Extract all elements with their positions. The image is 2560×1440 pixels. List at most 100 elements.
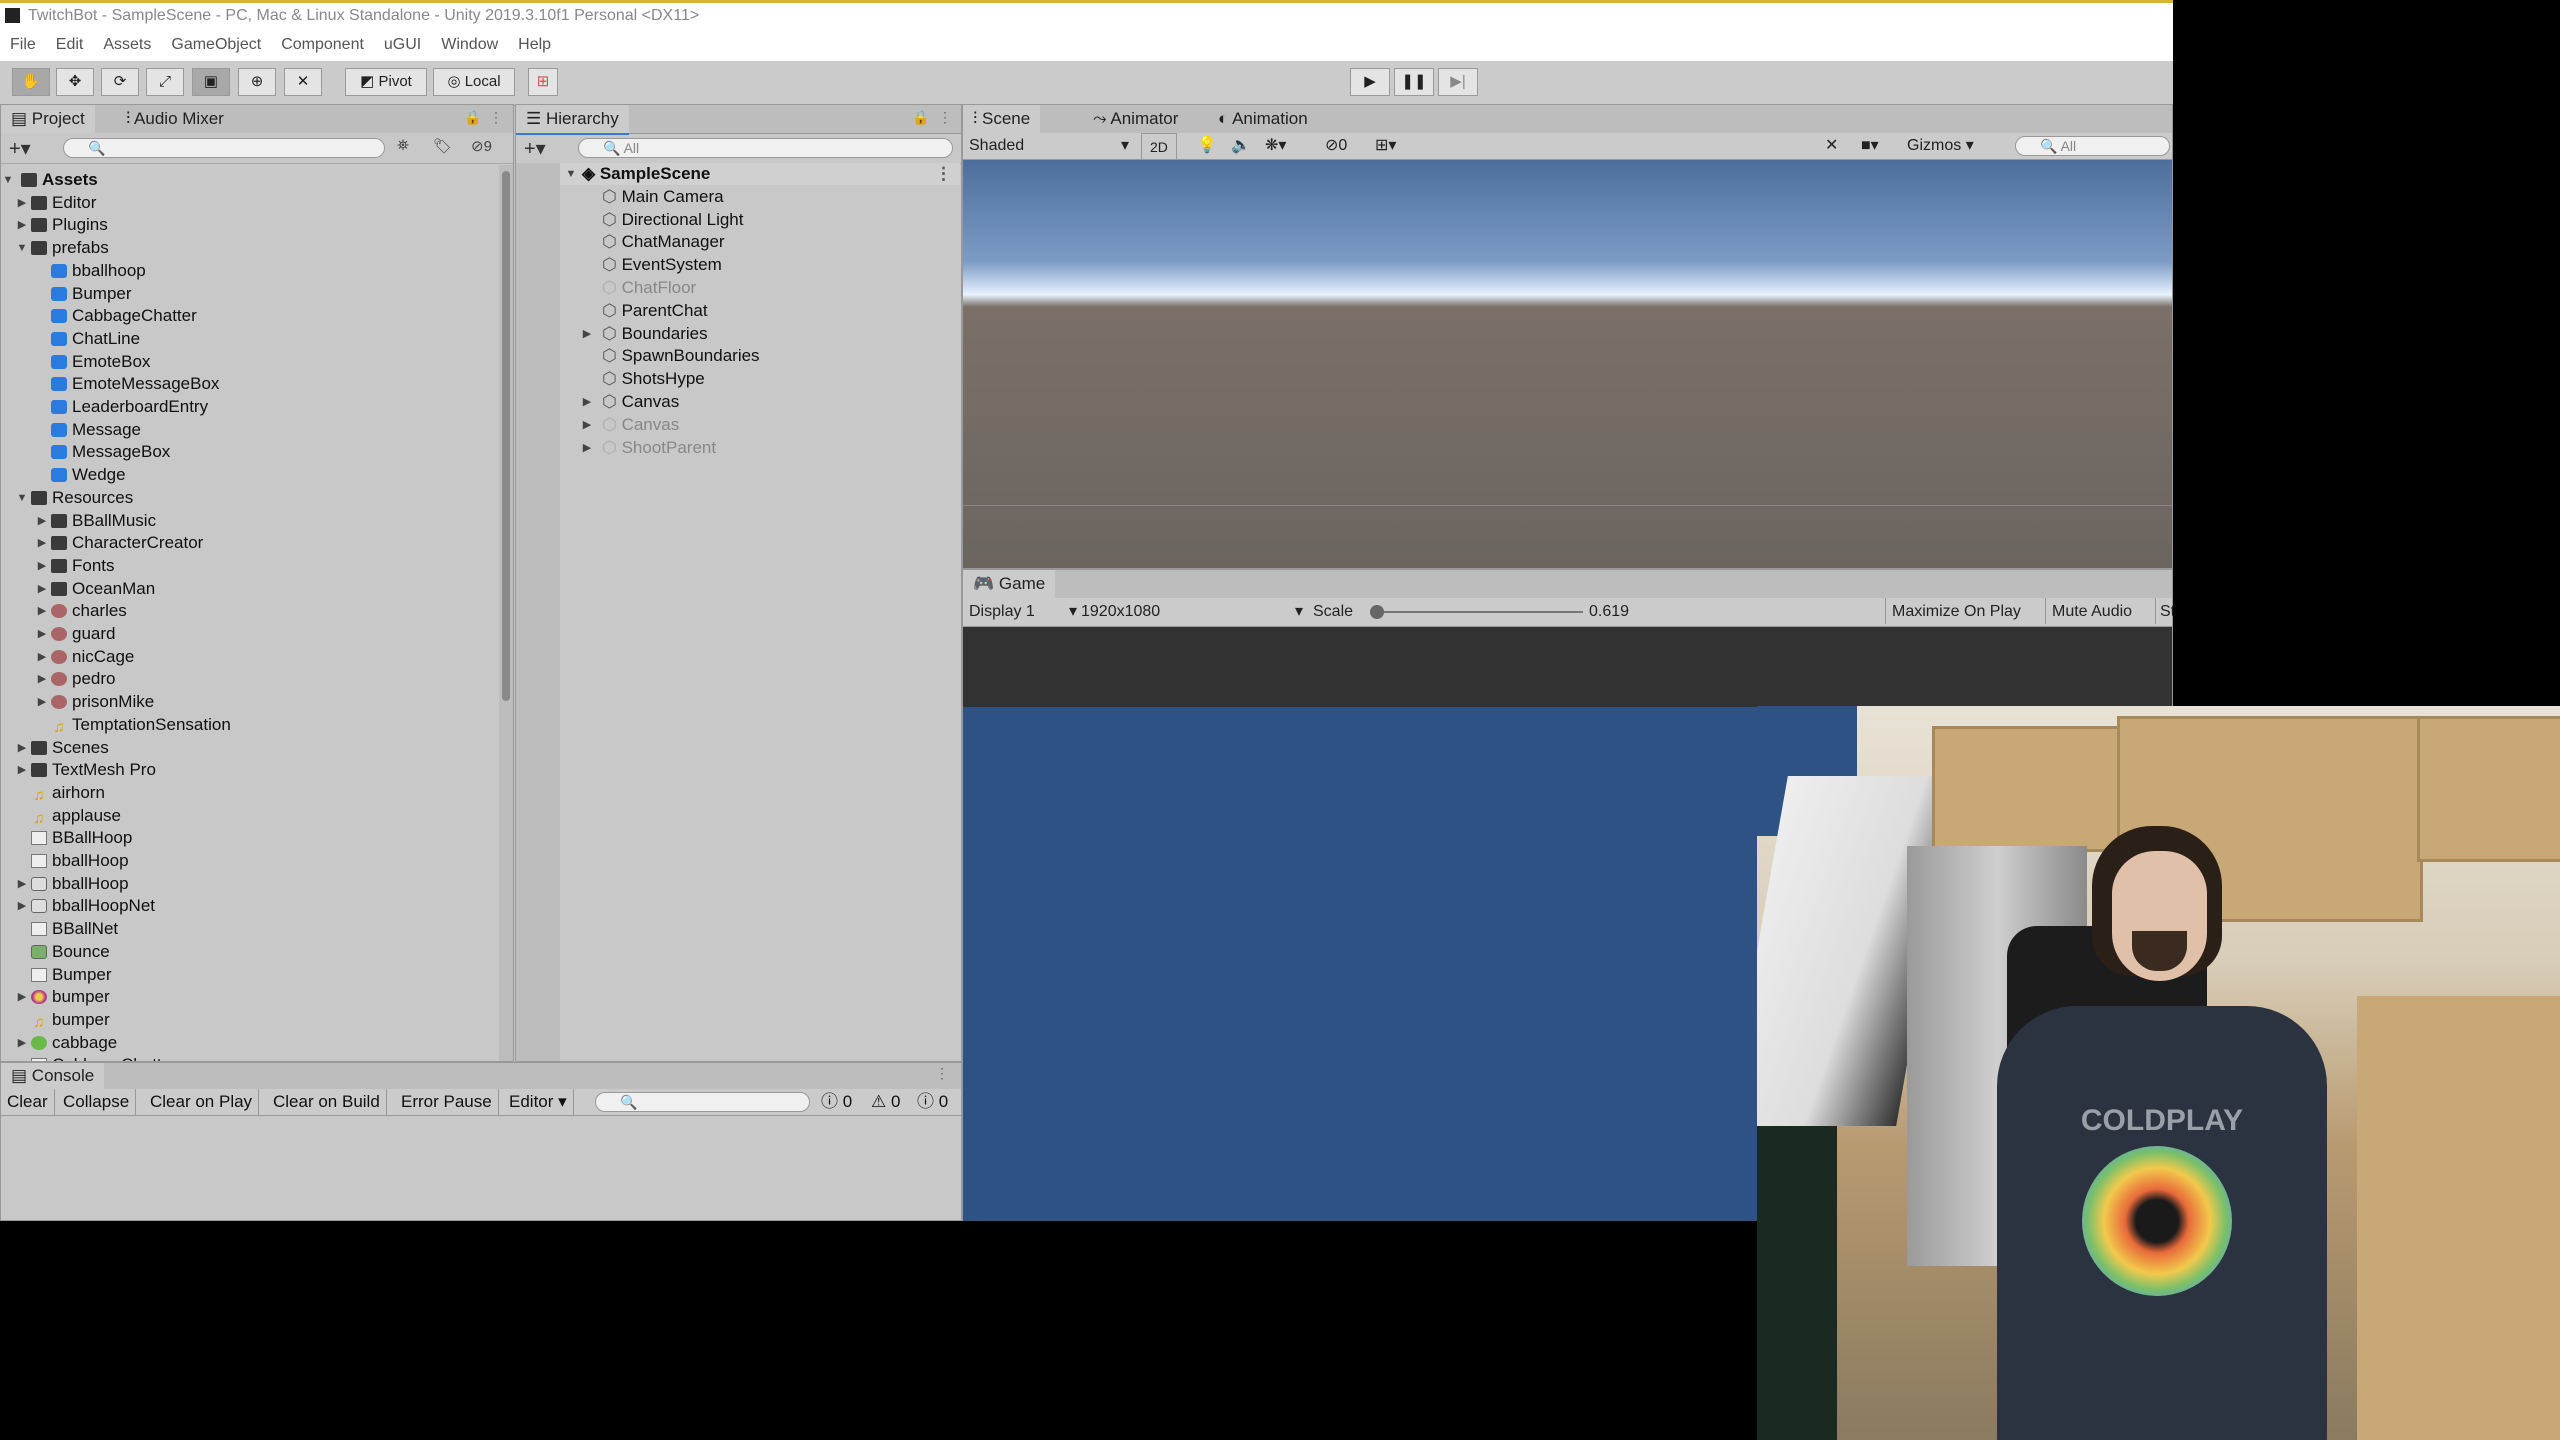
- scene-viewport[interactable]: [963, 160, 2172, 568]
- collapse-arrow-icon[interactable]: ▶: [35, 668, 49, 690]
- hierarchy-item[interactable]: ⬡ ParentChat: [560, 300, 708, 322]
- collapse-arrow-icon[interactable]: ▶: [15, 895, 29, 917]
- panel-menu-icon[interactable]: ⋮: [935, 1065, 949, 1082]
- project-item[interactable]: Message: [51, 419, 141, 441]
- console-search-input[interactable]: 🔍: [595, 1092, 810, 1112]
- hand-tool-button[interactable]: ✋: [12, 68, 50, 96]
- hierarchy-item[interactable]: ⬡ EventSystem: [560, 254, 722, 276]
- project-item[interactable]: ▶ OceanMan: [38, 578, 155, 600]
- project-item[interactable]: ♫ applause: [31, 805, 121, 827]
- project-item[interactable]: ▶ Plugins: [18, 214, 108, 236]
- hierarchy-item[interactable]: ⬡ Main Camera: [560, 186, 724, 208]
- project-scrollbar[interactable]: [499, 165, 513, 1061]
- tab-animator[interactable]: ⤳ Animator: [1083, 105, 1188, 133]
- menu-file[interactable]: File: [0, 29, 46, 61]
- resolution-dropdown[interactable]: 1920x1080 ▾: [1081, 599, 1303, 625]
- move-tool-button[interactable]: ✥: [56, 68, 94, 96]
- project-item[interactable]: CabbageChatter: [51, 305, 197, 327]
- tab-scene[interactable]: ⫶ Scene: [963, 105, 1041, 135]
- clear-on-play-button[interactable]: Clear on Play: [144, 1089, 260, 1115]
- scale-slider[interactable]: [1370, 605, 1583, 619]
- menu-edit[interactable]: Edit: [46, 29, 94, 61]
- project-item[interactable]: ▶ bumper: [18, 986, 110, 1008]
- project-scrollbar-thumb[interactable]: [502, 171, 510, 701]
- project-item[interactable]: bballHoop: [31, 850, 129, 872]
- collapse-arrow-icon[interactable]: ▶: [35, 510, 49, 532]
- collapse-arrow-icon[interactable]: ▶: [35, 623, 49, 645]
- project-item[interactable]: LeaderboardEntry: [51, 396, 208, 418]
- editor-dropdown[interactable]: Editor ▾: [503, 1089, 574, 1115]
- stats-toggle[interactable]: St: [2155, 598, 2173, 624]
- error-pause-button[interactable]: Error Pause: [395, 1089, 499, 1115]
- camera-dropdown-icon[interactable]: ■▾: [1861, 133, 1879, 159]
- project-item[interactable]: ▶ bballHoopNet: [18, 895, 155, 917]
- tab-audio-mixer[interactable]: ⫶ Audio Mixer: [116, 105, 234, 133]
- warning-toggle[interactable]: ⚠ 0: [871, 1089, 900, 1115]
- info-toggle[interactable]: ⓘ 0: [821, 1089, 852, 1115]
- lock-icon[interactable]: 🔒: [464, 109, 481, 126]
- project-item[interactable]: ▶ TextMesh Pro: [18, 759, 156, 781]
- collapse-arrow-icon[interactable]: ▶: [15, 986, 29, 1008]
- hierarchy-item[interactable]: ⬡ ChatManager: [560, 231, 725, 253]
- menu-window[interactable]: Window: [431, 29, 508, 61]
- clear-on-build-button[interactable]: Clear on Build: [267, 1089, 387, 1115]
- project-item[interactable]: EmoteMessageBox: [51, 373, 219, 395]
- hierarchy-item[interactable]: ⬡ SpawnBoundaries: [560, 345, 760, 367]
- project-item[interactable]: ▶ cabbage: [18, 1032, 117, 1054]
- project-item[interactable]: ▶ BBallMusic: [38, 510, 156, 532]
- custom-tool-button[interactable]: ✕: [284, 68, 322, 96]
- panel-menu-icon[interactable]: ⋮: [938, 109, 952, 126]
- collapse-button[interactable]: Collapse: [57, 1089, 137, 1115]
- project-item[interactable]: bballhoop: [51, 260, 146, 282]
- scale-slider-thumb[interactable]: [1370, 605, 1385, 619]
- panel-menu-icon[interactable]: ⋮: [489, 109, 503, 126]
- expand-arrow-icon[interactable]: ▼: [564, 163, 578, 185]
- collapse-arrow-icon[interactable]: ▶: [15, 759, 29, 781]
- scene-visibility-toggle[interactable]: ⊘0: [1325, 133, 1347, 159]
- effects-toggle-icon[interactable]: ❋▾: [1265, 133, 1286, 159]
- rect-tool-button[interactable]: ▣: [192, 68, 230, 96]
- tab-hierarchy[interactable]: ☰ Hierarchy: [516, 105, 629, 135]
- project-item[interactable]: ▼ prefabs: [17, 237, 109, 259]
- search-by-label-icon[interactable]: 🏷: [433, 137, 452, 155]
- create-dropdown[interactable]: +▾: [9, 136, 31, 161]
- project-item[interactable]: ♫ TemptationSensation: [51, 714, 230, 736]
- pivot-toggle[interactable]: ◩ Pivot: [345, 68, 427, 96]
- project-item[interactable]: ▼ Resources: [17, 487, 134, 509]
- scene-row[interactable]: ▼ ◈ SampleScene ⋮: [560, 163, 960, 185]
- project-search-input[interactable]: 🔍: [63, 138, 385, 158]
- project-item[interactable]: ▶ guard: [38, 623, 116, 645]
- gizmos-dropdown[interactable]: Gizmos ▾: [1907, 133, 1974, 159]
- project-item[interactable]: ▶ pedro: [38, 668, 116, 690]
- collapse-arrow-icon[interactable]: ▶: [15, 873, 29, 895]
- collapse-arrow-icon[interactable]: ▶: [15, 192, 29, 214]
- transform-tool-button[interactable]: ⊕: [238, 68, 276, 96]
- tab-project[interactable]: ▤ Project: [1, 105, 95, 135]
- collapse-arrow-icon[interactable]: ▶: [15, 1032, 29, 1054]
- step-button[interactable]: ▶|: [1438, 68, 1478, 96]
- project-item[interactable]: ▶ Fonts: [38, 555, 115, 577]
- project-item[interactable]: ♫ airhorn: [31, 782, 105, 804]
- tree-root-assets[interactable]: ▼ Assets: [3, 169, 98, 191]
- project-item[interactable]: ▶ bballHoop: [18, 873, 129, 895]
- project-item[interactable]: BBallHoop: [31, 827, 132, 849]
- scene-search-input[interactable]: 🔍 All: [2015, 136, 2170, 156]
- project-item[interactable]: ▶ Editor: [18, 192, 97, 214]
- hierarchy-item[interactable]: ▶ ⬡ Canvas: [560, 414, 679, 436]
- tab-animation[interactable]: ◐ Animation: [1208, 105, 1318, 133]
- grid-snap-button[interactable]: ⊞: [528, 68, 558, 96]
- project-item[interactable]: CabbageChatter: [31, 1054, 177, 1061]
- collapse-arrow-icon[interactable]: ▶: [35, 532, 49, 554]
- hidden-packages-toggle[interactable]: ⊘9: [471, 137, 492, 155]
- collapse-arrow-icon[interactable]: ▶: [35, 646, 49, 668]
- audio-toggle-icon[interactable]: 🔈: [1231, 133, 1251, 159]
- grid-toggle-icon[interactable]: ⊞▾: [1375, 133, 1396, 159]
- tab-console[interactable]: ▤ Console: [1, 1063, 105, 1091]
- project-item[interactable]: MessageBox: [51, 441, 170, 463]
- expand-arrow-icon[interactable]: ▼: [15, 487, 29, 509]
- menu-component[interactable]: Component: [271, 29, 374, 61]
- shading-mode-dropdown[interactable]: Shaded ▾: [969, 133, 1129, 159]
- tools-icon[interactable]: ✕: [1825, 133, 1838, 159]
- mute-audio-toggle[interactable]: Mute Audio: [2045, 598, 2138, 624]
- toggle-2d-button[interactable]: 2D: [1141, 133, 1177, 161]
